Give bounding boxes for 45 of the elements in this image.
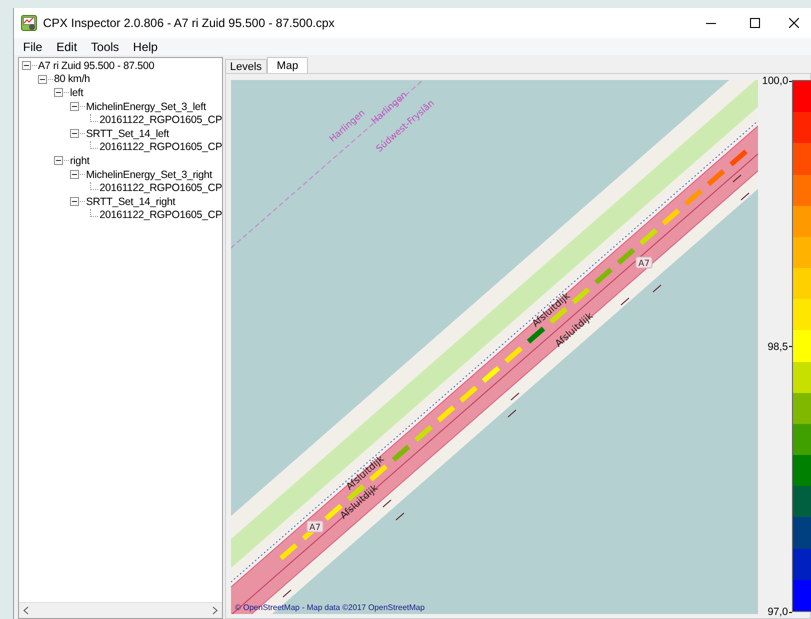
tree-node[interactable]: left [70,86,84,99]
minus-icon [24,63,29,68]
scale-label: 100,0 [762,75,788,87]
minus-icon [56,158,61,164]
tree-node[interactable]: 20161122_RGPO1605_CP [100,209,222,222]
collapse-toggle[interactable] [70,197,79,206]
road-shield: A7 [306,520,324,533]
horizontal-scrollbar[interactable] [19,602,222,618]
tree-node[interactable]: 20161122_RGPO1605_CP [100,114,222,126]
tree-node[interactable]: SRTT_Set_14_left [86,128,169,140]
collapse-toggle[interactable] [70,170,79,180]
tree-node[interactable]: MichelinEnergy_Set_3_left [86,100,206,113]
minus-icon [72,131,77,136]
tree-node[interactable]: A7 ri Zuid 95.500 - 87.500 [38,60,154,72]
collapse-toggle[interactable] [38,74,47,84]
minus-icon [56,90,61,96]
tree-node[interactable]: right [70,154,90,167]
tab[interactable]: Map [266,57,308,73]
collapse-toggle[interactable] [54,88,63,98]
collapse-toggle[interactable] [22,61,31,70]
collapse-toggle[interactable] [70,102,79,112]
menu-item[interactable]: Help [126,38,165,55]
collapse-toggle[interactable] [70,129,79,138]
road-shield: A7 [636,256,652,269]
minus-icon [72,199,77,204]
window-title: CPX Inspector 2.0.806 - A7 ri Zuid 95.500 - 87.500.cpx [43,16,336,30]
minus-icon [40,76,45,82]
close-icon [789,18,799,28]
tree-node[interactable]: 80 km/h [54,73,90,86]
map-attribution: © OpenStreetMap - Map data ©2017 OpenStreetMap [235,603,425,612]
menu-item[interactable]: Edit [49,38,84,55]
tree-node[interactable]: MichelinEnergy_Set_3_right [86,168,212,181]
minus-icon [72,104,77,110]
menu-item[interactable]: File [16,38,50,55]
maximize-icon [750,18,760,28]
tab[interactable]: Levels [225,59,267,73]
tree-node[interactable]: 20161122_RGPO1605_CP [100,141,222,154]
minus-icon [72,172,77,178]
scale-label: 97,0 [768,606,788,618]
collapse-toggle[interactable] [54,156,63,166]
scale-label: 98,5 [768,340,788,352]
tree-node[interactable]: SRTT_Set_14_right [86,196,176,208]
tree-node[interactable]: 20161122_RGPO1605_CP [100,182,222,194]
menu-item[interactable]: Tools [84,38,126,55]
app-icon [21,15,37,31]
